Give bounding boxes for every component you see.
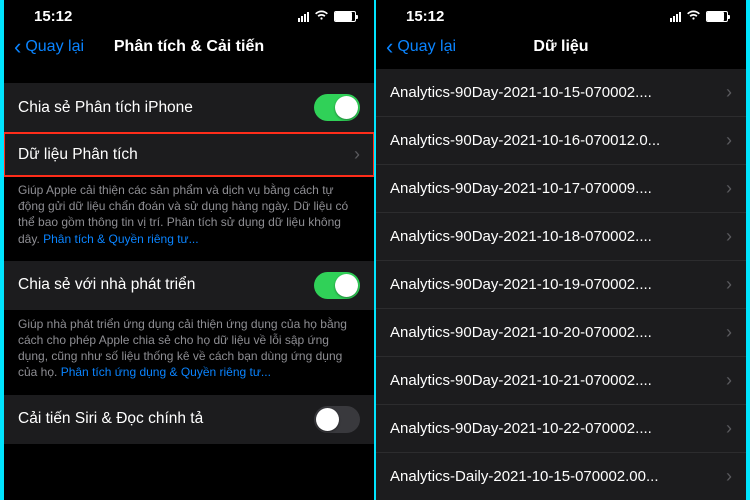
- list-item[interactable]: Analytics-90Day-2021-10-15-070002.... ›: [376, 69, 746, 117]
- cell-label: Dữ liệu Phân tích: [18, 146, 346, 164]
- cellular-icon: [670, 12, 681, 22]
- file-name: Analytics-90Day-2021-10-21-070002....: [390, 372, 718, 389]
- wifi-icon: [314, 9, 329, 24]
- chevron-right-icon: ›: [726, 82, 732, 103]
- status-time: 15:12: [406, 8, 444, 25]
- status-indicators: [298, 9, 356, 24]
- phone-left: 15:12 ‹ Quay lại Phân tích & Cải tiến Ch…: [4, 0, 374, 500]
- chevron-right-icon: ›: [726, 274, 732, 295]
- row-share-iphone-analytics[interactable]: Chia sẻ Phân tích iPhone: [4, 83, 374, 133]
- list-item[interactable]: Analytics-90Day-2021-10-19-070002.... ›: [376, 261, 746, 309]
- chevron-right-icon: ›: [726, 178, 732, 199]
- footer-developer: Giúp nhà phát triển ứng dụng cải thiện ứ…: [4, 310, 374, 381]
- row-share-developer[interactable]: Chia sẻ với nhà phát triển: [4, 261, 374, 310]
- list-item[interactable]: Analytics-Daily-2021-10-15-070002.00... ›: [376, 453, 746, 500]
- file-name: Analytics-90Day-2021-10-19-070002....: [390, 276, 718, 293]
- status-indicators: [670, 9, 728, 24]
- chevron-right-icon: ›: [726, 370, 732, 391]
- chevron-right-icon: ›: [726, 322, 732, 343]
- footer-analytics: Giúp Apple cải thiện các sản phẩm và dịc…: [4, 176, 374, 247]
- file-name: Analytics-90Day-2021-10-22-070002....: [390, 420, 718, 437]
- list-item[interactable]: Analytics-90Day-2021-10-21-070002.... ›: [376, 357, 746, 405]
- status-bar: 15:12: [4, 0, 374, 29]
- back-button[interactable]: ‹ Quay lại: [386, 36, 456, 58]
- toggle-share-developer[interactable]: [314, 272, 360, 299]
- cell-label: Chia sẻ Phân tích iPhone: [18, 99, 314, 117]
- back-label: Quay lại: [397, 38, 456, 56]
- group-analytics: Chia sẻ Phân tích iPhone Dữ liệu Phân tí…: [4, 83, 374, 176]
- list-item[interactable]: Analytics-90Day-2021-10-16-070012.0... ›: [376, 117, 746, 165]
- chevron-left-icon: ‹: [386, 36, 393, 58]
- file-name: Analytics-90Day-2021-10-15-070002....: [390, 84, 718, 101]
- link-app-analytics-privacy[interactable]: Phân tích ứng dụng & Quyền riêng tư...: [61, 365, 271, 379]
- file-name: Analytics-90Day-2021-10-20-070002....: [390, 324, 718, 341]
- cell-label: Cải tiến Siri & Đọc chính tả: [18, 410, 314, 428]
- toggle-share-iphone[interactable]: [314, 94, 360, 121]
- chevron-right-icon: ›: [726, 226, 732, 247]
- battery-icon: [706, 11, 728, 22]
- chevron-right-icon: ›: [354, 144, 360, 165]
- phone-right: 15:12 ‹ Quay lại Dữ liệu Analytics-90Day…: [376, 0, 746, 500]
- chevron-right-icon: ›: [726, 418, 732, 439]
- nav-bar: ‹ Quay lại Dữ liệu: [376, 29, 746, 69]
- back-button[interactable]: ‹ Quay lại: [14, 36, 84, 58]
- battery-icon: [334, 11, 356, 22]
- link-analytics-privacy[interactable]: Phân tích & Quyền riêng tư...: [43, 232, 198, 246]
- group-siri: Cải tiến Siri & Đọc chính tả: [4, 395, 374, 444]
- toggle-improve-siri[interactable]: [314, 406, 360, 433]
- list-item[interactable]: Analytics-90Day-2021-10-17-070009.... ›: [376, 165, 746, 213]
- list-item[interactable]: Analytics-90Day-2021-10-18-070002.... ›: [376, 213, 746, 261]
- list-item[interactable]: Analytics-90Day-2021-10-20-070002.... ›: [376, 309, 746, 357]
- list-item[interactable]: Analytics-90Day-2021-10-22-070002.... ›: [376, 405, 746, 453]
- back-label: Quay lại: [25, 38, 84, 56]
- chevron-left-icon: ‹: [14, 36, 21, 58]
- file-name: Analytics-90Day-2021-10-17-070009....: [390, 180, 718, 197]
- group-developer: Chia sẻ với nhà phát triển: [4, 261, 374, 310]
- row-improve-siri[interactable]: Cải tiến Siri & Đọc chính tả: [4, 395, 374, 444]
- file-name: Analytics-90Day-2021-10-16-070012.0...: [390, 132, 718, 149]
- row-analytics-data[interactable]: Dữ liệu Phân tích ›: [4, 133, 374, 176]
- status-time: 15:12: [34, 8, 72, 25]
- chevron-right-icon: ›: [726, 466, 732, 487]
- cell-label: Chia sẻ với nhà phát triển: [18, 276, 314, 294]
- status-bar: 15:12: [376, 0, 746, 29]
- file-list[interactable]: Analytics-90Day-2021-10-15-070002....›An…: [376, 69, 746, 500]
- chevron-right-icon: ›: [726, 130, 732, 151]
- nav-bar: ‹ Quay lại Phân tích & Cải tiến: [4, 29, 374, 69]
- content: Chia sẻ Phân tích iPhone Dữ liệu Phân tí…: [4, 69, 374, 500]
- file-name: Analytics-90Day-2021-10-18-070002....: [390, 228, 718, 245]
- file-name: Analytics-Daily-2021-10-15-070002.00...: [390, 468, 718, 485]
- cellular-icon: [298, 12, 309, 22]
- wifi-icon: [686, 9, 701, 24]
